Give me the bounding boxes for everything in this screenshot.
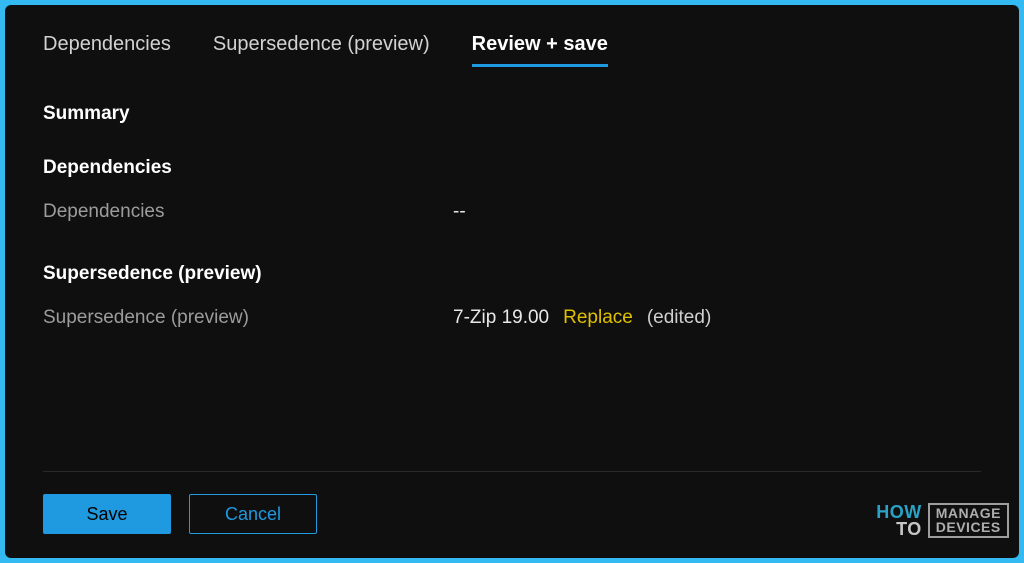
- supersedence-row-value: 7-Zip 19.00 Replace (edited): [453, 307, 711, 329]
- summary-heading: Summary: [43, 103, 981, 125]
- supersedence-app-name: 7-Zip 19.00: [453, 307, 549, 329]
- dependencies-row-value: --: [453, 201, 466, 223]
- watermark-box: MANAGE DEVICES: [928, 503, 1009, 538]
- dependencies-value: --: [453, 201, 466, 223]
- dependencies-row-label: Dependencies: [43, 201, 453, 223]
- supersedence-note: (edited): [647, 307, 711, 329]
- tab-dependencies[interactable]: Dependencies: [43, 33, 171, 67]
- watermark-to: TO: [876, 521, 922, 538]
- dependencies-group-title: Dependencies: [43, 157, 981, 179]
- dependencies-row: Dependencies --: [43, 201, 981, 223]
- tab-review-save[interactable]: Review + save: [472, 33, 608, 67]
- save-button[interactable]: Save: [43, 494, 171, 534]
- footer-bar: Save Cancel: [43, 471, 981, 558]
- tab-supersedence[interactable]: Supersedence (preview): [213, 33, 430, 67]
- watermark-devices: DEVICES: [936, 521, 1001, 534]
- watermark-left: HOW TO: [876, 504, 922, 538]
- watermark: HOW TO MANAGE DEVICES: [876, 503, 1009, 538]
- supersedence-row-label: Supersedence (preview): [43, 307, 453, 329]
- supersedence-row: Supersedence (preview) 7-Zip 19.00 Repla…: [43, 307, 981, 329]
- cancel-button[interactable]: Cancel: [189, 494, 317, 534]
- supersedence-action: Replace: [563, 307, 633, 329]
- supersedence-group-title: Supersedence (preview): [43, 263, 981, 285]
- review-panel: Dependencies Supersedence (preview) Revi…: [5, 5, 1019, 558]
- tab-bar: Dependencies Supersedence (preview) Revi…: [43, 33, 981, 67]
